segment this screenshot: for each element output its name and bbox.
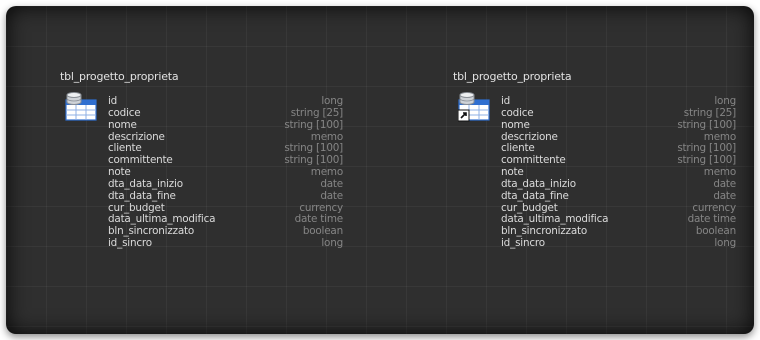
table-row[interactable]: dta_data_fine date bbox=[108, 189, 343, 203]
field-name: id_sincro bbox=[108, 237, 152, 250]
linked-database-table-icon bbox=[458, 92, 490, 122]
field-type: string [100] bbox=[677, 118, 736, 131]
field-name: id_sincro bbox=[501, 237, 545, 250]
field-type: long bbox=[321, 237, 343, 250]
table-title[interactable]: tbl_progetto_proprieta bbox=[453, 70, 572, 83]
table-title[interactable]: tbl_progetto_proprieta bbox=[60, 70, 179, 83]
field-type: date bbox=[320, 189, 343, 202]
table-row[interactable]: dta_data_fine date bbox=[501, 189, 736, 203]
table-row[interactable]: dta_data_inizio date bbox=[501, 177, 736, 191]
table-row[interactable]: codice string [25] bbox=[108, 106, 343, 120]
field-type: string [25] bbox=[290, 106, 343, 119]
field-name: nome bbox=[501, 118, 530, 131]
field-name: codice bbox=[108, 106, 141, 119]
database-table-icon bbox=[65, 92, 97, 121]
field-name: dta_data_inizio bbox=[108, 177, 183, 190]
field-name: dta_data_fine bbox=[108, 189, 176, 202]
field-type: long bbox=[714, 237, 736, 250]
table-row[interactable]: committente string [100] bbox=[108, 154, 343, 167]
field-list: id long codice string [25] nome string [100] d… bbox=[108, 95, 343, 250]
field-type: string [25] bbox=[683, 106, 736, 119]
table-row[interactable]: nome string [100] bbox=[501, 118, 736, 132]
table-row[interactable]: codice string [25] bbox=[501, 106, 736, 120]
field-name: codice bbox=[501, 106, 534, 119]
table-row[interactable]: committente string [100] bbox=[501, 154, 736, 167]
field-name: dta_data_fine bbox=[501, 189, 569, 202]
table-row[interactable]: id_sincro long bbox=[108, 237, 343, 250]
field-name: dta_data_inizio bbox=[501, 177, 576, 190]
diagram-canvas[interactable]: tbl_progetto_proprieta id long codice strin… bbox=[6, 6, 754, 334]
table-row[interactable]: id_sincro long bbox=[501, 237, 736, 250]
field-list: id long codice string [25] nome string [100] d… bbox=[501, 95, 736, 250]
table-row[interactable]: dta_data_inizio date bbox=[108, 177, 343, 191]
field-type: date bbox=[713, 189, 736, 202]
table-row[interactable]: nome string [100] bbox=[108, 118, 343, 132]
field-type: string [100] bbox=[284, 118, 343, 131]
field-type: date bbox=[713, 177, 736, 190]
field-name: nome bbox=[108, 118, 137, 131]
field-type: date bbox=[320, 177, 343, 190]
